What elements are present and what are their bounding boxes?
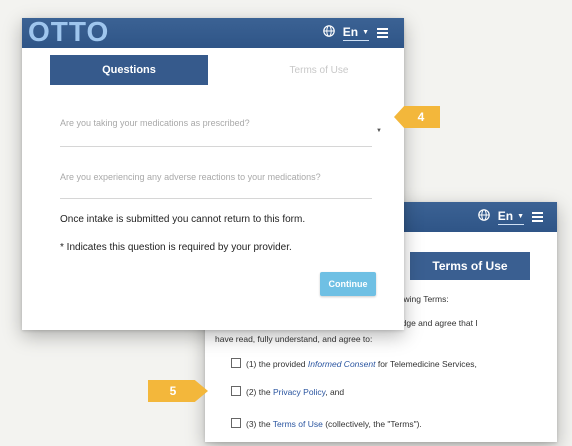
checkbox-informed-consent[interactable] bbox=[231, 358, 241, 368]
tab-questions[interactable]: Questions bbox=[50, 55, 208, 85]
terms-item-privacy-policy: (2) the Privacy Policy, and bbox=[231, 386, 344, 397]
privacy-policy-link[interactable]: Privacy Policy bbox=[273, 387, 325, 397]
terms-of-use-link[interactable]: Terms of Use bbox=[273, 419, 323, 429]
required-note: * Indicates this question is required by… bbox=[60, 242, 292, 253]
language-select[interactable]: En ▼ bbox=[342, 25, 369, 41]
caret-down-icon: ▼ bbox=[517, 212, 524, 220]
hamburger-menu-icon[interactable] bbox=[532, 212, 543, 222]
tab-terms-of-use[interactable]: Terms of Use bbox=[410, 252, 530, 280]
dropdown-arrow-icon: ▼ bbox=[376, 128, 382, 134]
terms-text-line-2: ledge and agree that I bbox=[395, 318, 478, 328]
caret-down-icon: ▼ bbox=[362, 28, 369, 36]
terms-header-controls: En ▼ bbox=[477, 202, 543, 232]
callout-badge-5: 5 bbox=[148, 380, 208, 402]
language-label: En bbox=[497, 209, 514, 223]
adverse-reactions-placeholder: Are you experiencing any adverse reactio… bbox=[60, 172, 321, 182]
checkbox-terms-of-use[interactable] bbox=[231, 418, 241, 428]
language-label: En bbox=[342, 25, 359, 39]
hamburger-menu-icon[interactable] bbox=[377, 28, 388, 38]
medications-select-placeholder: Are you taking your medications as presc… bbox=[60, 118, 250, 128]
otto-logo: OTTO bbox=[28, 16, 110, 47]
continue-button[interactable]: Continue bbox=[320, 272, 376, 296]
tab-terms-of-use[interactable]: Terms of Use bbox=[240, 55, 398, 85]
questions-header-bar: OTTO En ▼ bbox=[22, 16, 404, 48]
language-select[interactable]: En ▼ bbox=[497, 209, 524, 225]
medications-select[interactable]: Are you taking your medications as presc… bbox=[60, 118, 382, 147]
terms-item-informed-consent: (1) the provided Informed Consent for Te… bbox=[231, 358, 477, 369]
checkbox-privacy-policy[interactable] bbox=[231, 386, 241, 396]
informed-consent-link[interactable]: Informed Consent bbox=[308, 359, 376, 369]
terms-item-terms-of-use: (3) the Terms of Use (collectively, the … bbox=[231, 418, 422, 429]
globe-icon bbox=[477, 208, 490, 226]
globe-icon bbox=[322, 24, 335, 42]
terms-text-line-3: have read, fully understand, and agree t… bbox=[215, 334, 373, 344]
questions-header-controls: En ▼ bbox=[322, 18, 388, 48]
questions-card: OTTO En ▼ Questions Terms of Use Are you… bbox=[22, 16, 404, 330]
adverse-reactions-input[interactable]: Are you experiencing any adverse reactio… bbox=[60, 172, 372, 199]
submission-note: Once intake is submitted you cannot retu… bbox=[60, 214, 306, 225]
